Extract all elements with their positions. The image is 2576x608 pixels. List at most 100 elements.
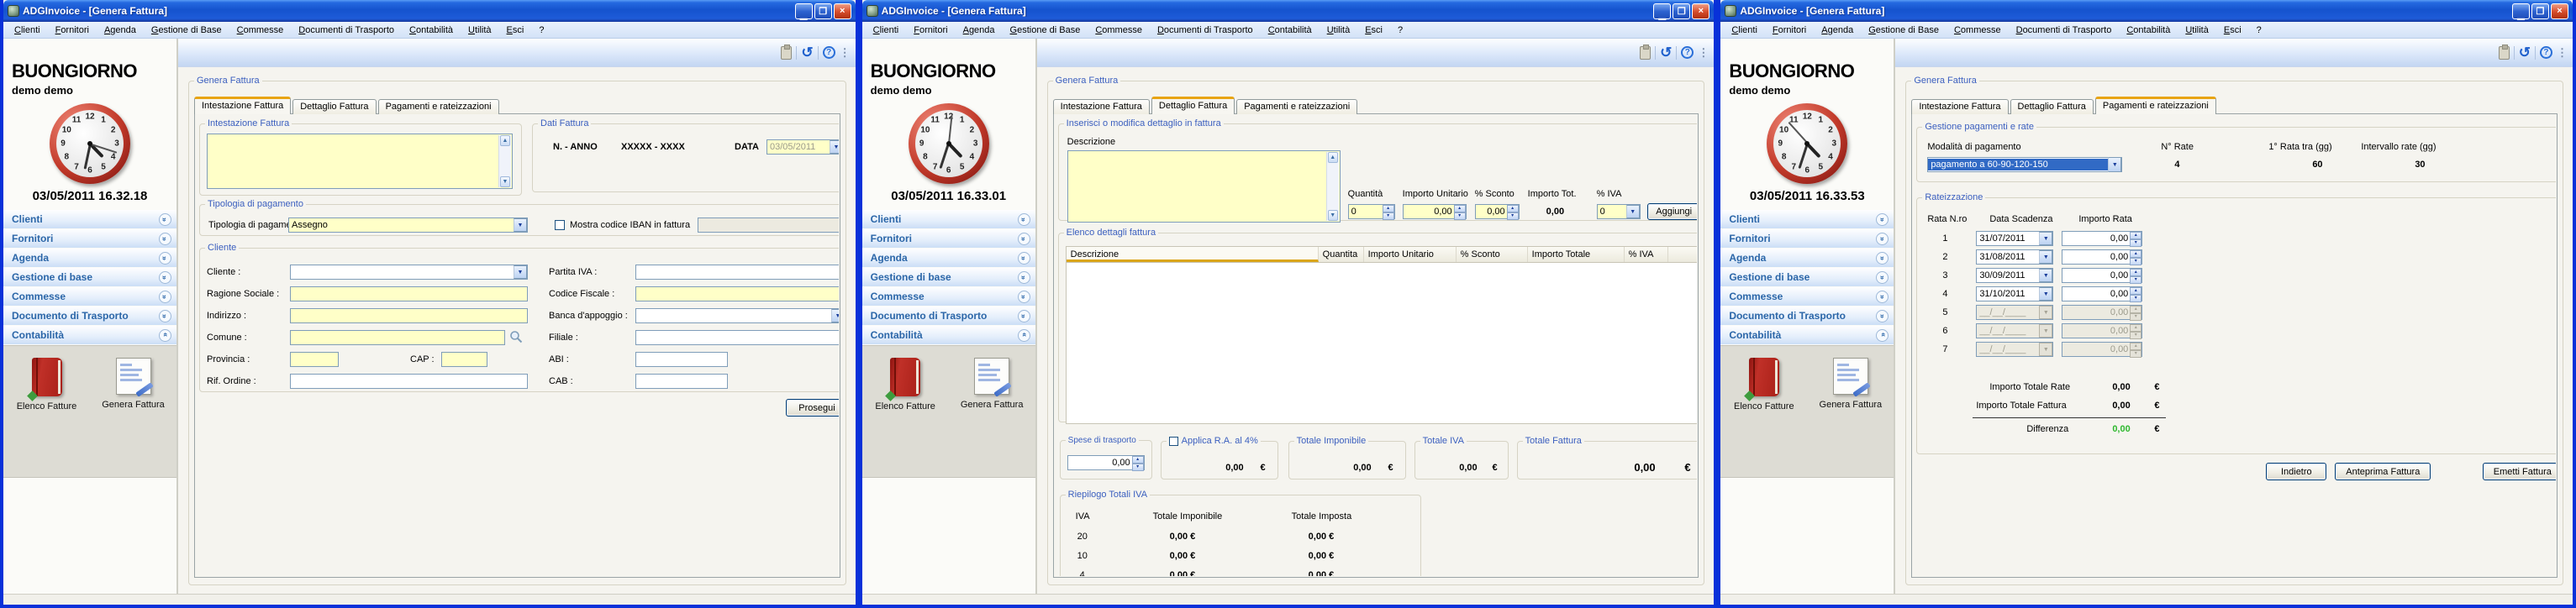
elenco-fatture-button[interactable]: Elenco Fatture bbox=[1727, 358, 1801, 411]
data-fattura-input[interactable]: 03/05/2011 ▼ bbox=[766, 139, 839, 155]
banca-appoggio-select[interactable]: ▼ bbox=[635, 308, 839, 323]
close-button[interactable]: × bbox=[834, 3, 851, 19]
stepper-arrows-icon[interactable]: ▴▾ bbox=[2130, 269, 2141, 282]
menu-contabilita[interactable]: Contabilità bbox=[1261, 25, 1320, 35]
menu-clienti[interactable]: Clienti bbox=[866, 25, 907, 35]
sidebar-item-commesse[interactable]: Commesse» bbox=[1720, 287, 1894, 306]
maximize-button[interactable]: ❐ bbox=[2531, 3, 2549, 19]
data-scadenza-select[interactable]: 31/08/2011▼ bbox=[1976, 249, 2053, 265]
tab-dettaglio-fattura[interactable]: Dettaglio Fattura bbox=[1151, 97, 1235, 114]
sidebar-item-agenda[interactable]: Agenda» bbox=[1720, 249, 1894, 267]
sidebar-item-documento-di-trasporto[interactable]: Documento di Trasporto» bbox=[3, 307, 176, 325]
anteprima-fattura-button[interactable]: Anteprima Fattura bbox=[2335, 463, 2431, 480]
sidebar-item-clienti[interactable]: Clienti» bbox=[1720, 210, 1894, 228]
menu-utilita[interactable]: Utilità bbox=[461, 25, 499, 35]
title-bar[interactable]: ADGInvoice - [Genera Fattura] ▁ ❐ × bbox=[3, 0, 856, 22]
stepper-arrows-icon[interactable]: ▴▾ bbox=[2130, 250, 2141, 264]
chevron-down-icon[interactable]: » bbox=[1018, 271, 1030, 284]
sconto-stepper[interactable]: 0,00▴▾ bbox=[1475, 204, 1520, 219]
elenco-table-body[interactable] bbox=[1066, 263, 1698, 424]
menu-utilita[interactable]: Utilità bbox=[1320, 25, 1358, 35]
data-scadenza-select[interactable]: 31/10/2011▼ bbox=[1976, 286, 2053, 301]
menu-documenti-di-trasporto[interactable]: Documenti di Trasporto bbox=[1150, 25, 1261, 35]
sidebar-item-contabilita[interactable]: Contabilità» bbox=[3, 326, 176, 344]
column-header-importo-totale[interactable]: Importo Totale bbox=[1528, 247, 1625, 262]
menu-gestione-di-base[interactable]: Gestione di Base bbox=[1003, 25, 1088, 35]
menu-esci[interactable]: Esci bbox=[2216, 25, 2249, 35]
help-icon[interactable]: ? bbox=[2540, 46, 2552, 59]
menu-contabilita[interactable]: Contabilità bbox=[2119, 25, 2178, 35]
chevron-down-icon[interactable]: » bbox=[1876, 233, 1889, 245]
help-icon[interactable]: ? bbox=[1681, 46, 1694, 59]
column-header-sconto[interactable]: % Sconto bbox=[1457, 247, 1528, 262]
dropdown-arrow-icon[interactable]: ▼ bbox=[831, 309, 839, 322]
chevron-down-icon[interactable]: » bbox=[159, 213, 171, 226]
minimize-button[interactable]: ▁ bbox=[795, 3, 813, 19]
tipologia-pagamento-select[interactable]: Assegno ▼ bbox=[288, 218, 528, 233]
quantita-stepper[interactable]: 0▴▾ bbox=[1348, 204, 1395, 219]
chevron-down-icon[interactable]: » bbox=[159, 291, 171, 303]
menu-documenti-di-trasporto[interactable]: Documenti di Trasporto bbox=[2009, 25, 2120, 35]
tab-pagamenti-rateizzazioni[interactable]: Pagamenti e rateizzazioni bbox=[2095, 97, 2216, 114]
title-bar[interactable]: ADGInvoice - [Genera Fattura] ▁ ❐ × bbox=[1720, 0, 2573, 22]
chevron-down-icon[interactable]: » bbox=[1018, 310, 1030, 322]
paste-clipboard-icon[interactable] bbox=[781, 46, 792, 60]
codice-fiscale-input[interactable] bbox=[635, 286, 839, 301]
sidebar-item-fornitori[interactable]: Fornitori» bbox=[3, 229, 176, 248]
applica-ra-checkbox[interactable] bbox=[1169, 437, 1178, 446]
menu-agenda[interactable]: Agenda bbox=[956, 25, 1003, 35]
menu-help[interactable]: ? bbox=[1390, 25, 1410, 35]
column-header-iva[interactable]: % IVA bbox=[1625, 247, 1668, 262]
spese-trasporto-stepper[interactable]: 0,00▴▾ bbox=[1067, 455, 1145, 470]
chevron-down-icon[interactable]: » bbox=[159, 271, 171, 284]
descrizione-textarea[interactable]: ▲▼ bbox=[1067, 150, 1341, 223]
iva-select[interactable]: 0▼ bbox=[1597, 204, 1641, 219]
dropdown-arrow-icon[interactable]: ▼ bbox=[2039, 250, 2052, 264]
dropdown-arrow-icon[interactable]: ▼ bbox=[2108, 157, 2121, 172]
sidebar-item-commesse[interactable]: Commesse» bbox=[3, 287, 176, 306]
indietro-button[interactable]: Indietro bbox=[2266, 463, 2326, 480]
sidebar-item-fornitori[interactable]: Fornitori» bbox=[862, 229, 1035, 248]
cliente-select[interactable]: ▼ bbox=[290, 265, 528, 280]
vertical-scrollbar[interactable]: ▲▼ bbox=[1326, 152, 1339, 221]
close-button[interactable]: × bbox=[1692, 3, 1709, 19]
menu-contabilita[interactable]: Contabilità bbox=[402, 25, 461, 35]
importo-rata-stepper[interactable]: 0,00▴▾ bbox=[2062, 231, 2142, 246]
chevron-down-icon[interactable]: » bbox=[159, 310, 171, 322]
abi-input[interactable] bbox=[635, 352, 728, 367]
genera-fattura-button[interactable]: Genera Fattura bbox=[955, 358, 1029, 410]
partita-iva-input[interactable] bbox=[635, 265, 839, 280]
menu-commesse[interactable]: Commesse bbox=[1946, 25, 2009, 35]
tab-intestazione-fattura[interactable]: Intestazione Fattura bbox=[194, 97, 291, 114]
sidebar-item-fornitori[interactable]: Fornitori» bbox=[1720, 229, 1894, 248]
data-scadenza-select[interactable]: 30/09/2011▼ bbox=[1976, 268, 2053, 283]
stepper-arrows-icon[interactable]: ▴▾ bbox=[1454, 205, 1466, 218]
menu-gestione-di-base[interactable]: Gestione di Base bbox=[144, 25, 229, 35]
menu-fornitori[interactable]: Fornitori bbox=[906, 25, 955, 35]
importo-rata-stepper[interactable]: 0,00▴▾ bbox=[2062, 286, 2142, 301]
help-icon[interactable]: ? bbox=[823, 46, 835, 59]
menu-esci[interactable]: Esci bbox=[1357, 25, 1390, 35]
cap-input[interactable] bbox=[441, 352, 487, 367]
chevron-down-icon[interactable]: » bbox=[159, 233, 171, 245]
sidebar-item-documento-di-trasporto[interactable]: Documento di Trasporto» bbox=[862, 307, 1035, 325]
tab-dettaglio-fattura[interactable]: Dettaglio Fattura bbox=[292, 99, 376, 114]
menu-help[interactable]: ? bbox=[2249, 25, 2269, 35]
cab-input[interactable] bbox=[635, 374, 728, 389]
chevron-down-icon[interactable]: » bbox=[1876, 213, 1889, 226]
menu-esci[interactable]: Esci bbox=[499, 25, 532, 35]
paste-clipboard-icon[interactable] bbox=[1640, 46, 1651, 60]
menu-gestione-di-base[interactable]: Gestione di Base bbox=[1861, 25, 1946, 35]
sidebar-item-documento-di-trasporto[interactable]: Documento di Trasporto» bbox=[1720, 307, 1894, 325]
importo-rata-stepper[interactable]: 0,00▴▾ bbox=[2062, 268, 2142, 283]
menu-agenda[interactable]: Agenda bbox=[1814, 25, 1861, 35]
importo-rata-stepper[interactable]: 0,00▴▾ bbox=[2062, 249, 2142, 265]
column-header-importo-unitario[interactable]: Importo Unitario bbox=[1364, 247, 1457, 262]
genera-fattura-button[interactable]: Genera Fattura bbox=[1814, 358, 1888, 410]
prosegui-button[interactable]: Prosegui bbox=[786, 399, 839, 417]
tab-intestazione-fattura[interactable]: Intestazione Fattura bbox=[1911, 99, 2008, 114]
dropdown-arrow-icon[interactable]: ▼ bbox=[514, 265, 527, 279]
dropdown-arrow-icon[interactable]: ▼ bbox=[1626, 205, 1640, 218]
chevron-down-icon[interactable]: » bbox=[1018, 233, 1030, 245]
mostra-iban-checkbox[interactable] bbox=[555, 220, 565, 230]
